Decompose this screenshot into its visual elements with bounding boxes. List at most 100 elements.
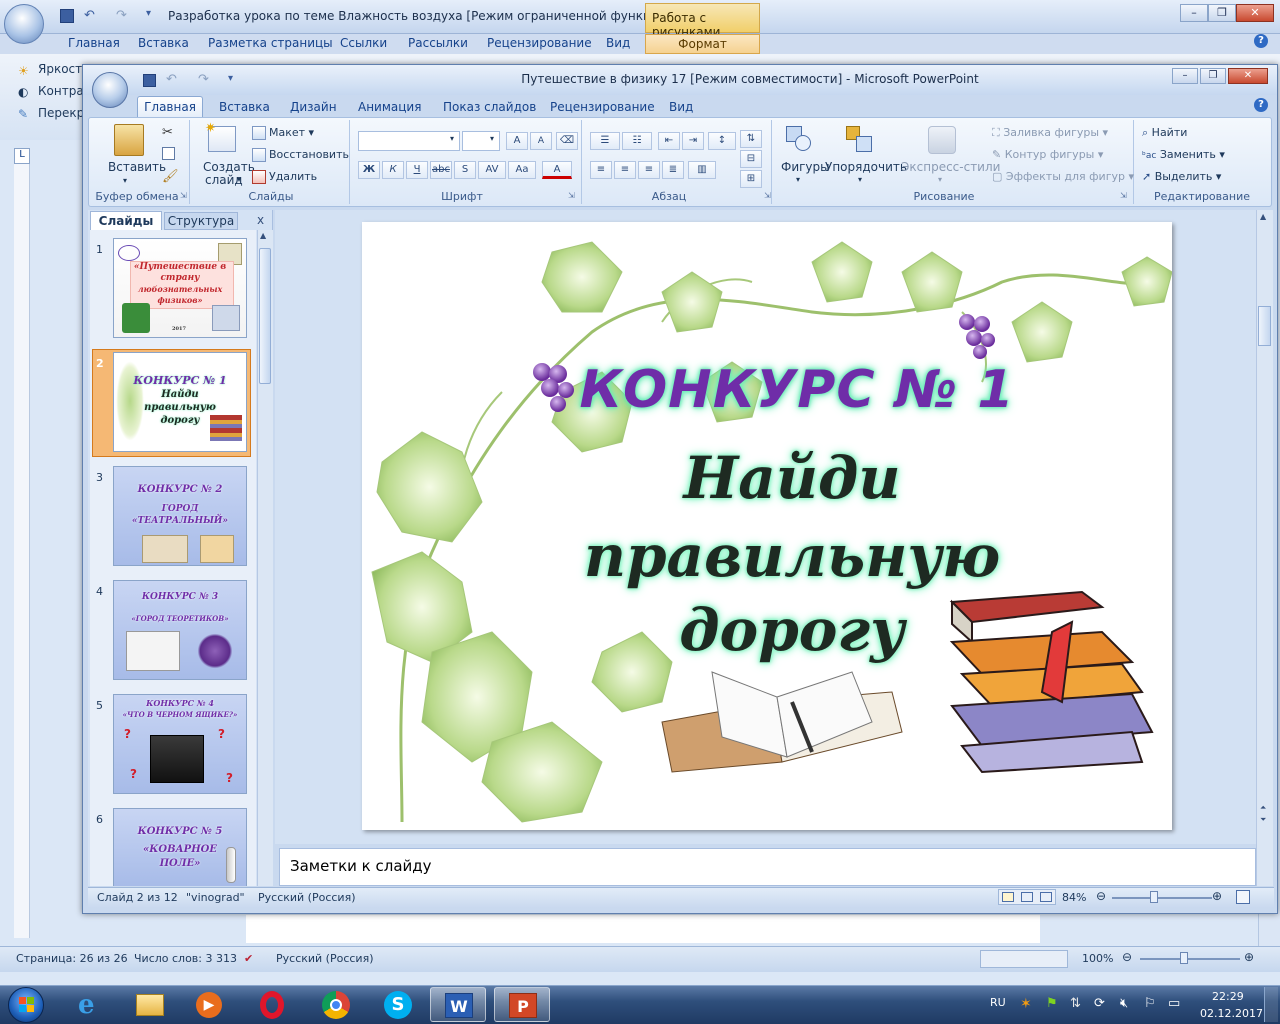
format-painter-icon[interactable]: 🖌: [162, 169, 179, 184]
taskbar-opera[interactable]: [246, 987, 302, 1022]
smartart-button[interactable]: ⊞: [740, 170, 762, 188]
slide-thumbnail-4[interactable]: КОНКУРС № 3 «ГОРОД ТЕОРЕТИКОВ»: [113, 580, 247, 680]
shapes-dropdown-icon[interactable]: ▾: [796, 175, 800, 184]
slide-subtitle-line3[interactable]: дорогу: [512, 596, 1072, 664]
taskbar-media-player[interactable]: ▶: [182, 987, 238, 1022]
ppt-tab-insert[interactable]: Вставка: [219, 100, 270, 114]
word-tab-references[interactable]: Ссылки: [340, 36, 387, 50]
ppt-save-icon[interactable]: [143, 74, 156, 87]
word-minimize-button[interactable]: –: [1180, 4, 1208, 22]
line-spacing-button[interactable]: ↕: [708, 132, 736, 150]
panel-close-icon[interactable]: x: [257, 213, 264, 227]
word-zoom-level[interactable]: 100%: [1082, 952, 1113, 965]
ppt-tab-animation[interactable]: Анимация: [358, 100, 421, 114]
font-size-input[interactable]: [462, 131, 500, 151]
word-tab-format[interactable]: Формат: [645, 34, 760, 54]
taskbar-explorer[interactable]: [122, 987, 178, 1022]
paragraph-launcher-icon[interactable]: ⇲: [764, 191, 771, 200]
ppt-tab-review[interactable]: Рецензирование: [550, 100, 655, 114]
ppt-help-icon[interactable]: ?: [1254, 98, 1268, 112]
panel-tab-outline[interactable]: Структура: [164, 212, 238, 230]
shape-outline-button[interactable]: ✎ Контур фигуры ▾: [992, 148, 1103, 161]
font-name-dropdown-icon[interactable]: ▾: [450, 134, 454, 143]
word-tab-view[interactable]: Вид: [606, 36, 630, 50]
slide-thumbnail-6[interactable]: КОНКУРС № 5 «КОВАРНОЕ ПОЛЕ»: [113, 808, 247, 886]
arrange-button[interactable]: Упорядочить: [825, 160, 907, 174]
align-left-button[interactable]: ≡: [590, 161, 612, 179]
notes-pane[interactable]: Заметки к слайду: [279, 848, 1256, 886]
status-language[interactable]: Русский (Россия): [258, 891, 356, 904]
tray-flag-icon[interactable]: ⚐: [1144, 996, 1156, 1011]
clock-date[interactable]: 02.12.2017: [1200, 1007, 1263, 1020]
prev-slide-icon[interactable]: ⏶: [1260, 803, 1266, 813]
tray-sync-icon[interactable]: ⟳: [1094, 996, 1105, 1011]
status-slide-number[interactable]: Слайд 2 из 12: [97, 891, 178, 904]
underline-button[interactable]: Ч: [406, 161, 428, 179]
word-office-button[interactable]: [4, 4, 44, 44]
word-view-buttons[interactable]: [980, 950, 1068, 968]
word-save-icon[interactable]: [60, 9, 74, 23]
ppt-minimize-button[interactable]: –: [1172, 68, 1198, 84]
increase-indent-button[interactable]: ⇥: [682, 132, 704, 150]
slide-thumbnail-3[interactable]: КОНКУРС № 2 ГОРОД «ТЕАТРАЛЬНЫЙ»: [113, 466, 247, 566]
avast-icon[interactable]: ✶: [1020, 996, 1032, 1012]
ppt-office-button[interactable]: [92, 72, 128, 108]
ppt-tab-design[interactable]: Дизайн: [290, 100, 337, 114]
word-status-language[interactable]: Русский (Россия): [276, 952, 374, 965]
start-button[interactable]: [2, 986, 58, 1023]
clock-time[interactable]: 22:29: [1212, 990, 1244, 1003]
paste-dropdown-icon[interactable]: ▾: [123, 176, 127, 185]
zoom-slider[interactable]: [1112, 897, 1212, 899]
bold-button[interactable]: Ж: [358, 161, 380, 179]
font-name-input[interactable]: [358, 131, 460, 151]
strikethrough-button[interactable]: abc: [430, 161, 452, 179]
taskbar-chrome[interactable]: [308, 987, 364, 1022]
clipboard-launcher-icon[interactable]: ⇲: [180, 191, 187, 200]
slide-scrollbar-thumb[interactable]: [1258, 306, 1271, 346]
slide-subtitle-line2[interactable]: правильную: [512, 522, 1072, 590]
font-size-dropdown-icon[interactable]: ▾: [490, 134, 494, 143]
fit-slide-icon[interactable]: [1236, 890, 1250, 904]
cut-icon[interactable]: ✂: [162, 125, 173, 140]
find-button[interactable]: ⌕ Найти: [1142, 126, 1187, 140]
word-zoom-out-icon[interactable]: ⊖: [1122, 950, 1132, 964]
thumbnail-scrollbar-thumb[interactable]: [259, 248, 271, 384]
grow-font-button[interactable]: A: [506, 132, 528, 150]
slide-thumbnail-2[interactable]: КОНКУРС № 1 Найди правильную дорогу: [113, 352, 247, 452]
normal-view-icon[interactable]: [1002, 892, 1014, 902]
tray-network-icon[interactable]: ⇅: [1070, 996, 1081, 1011]
word-restore-button[interactable]: ❐: [1208, 4, 1236, 22]
word-qat-dropdown-icon[interactable]: ▾: [146, 8, 151, 19]
word-zoom-slider-thumb[interactable]: [1180, 952, 1188, 964]
reset-button[interactable]: Восстановить: [252, 148, 349, 162]
numbering-button[interactable]: ☷: [622, 132, 652, 150]
word-tab-review[interactable]: Рецензирование: [487, 36, 592, 50]
delete-slide-button[interactable]: Удалить: [252, 170, 317, 184]
word-tab-insert[interactable]: Вставка: [138, 36, 189, 50]
word-tab-page-layout[interactable]: Разметка страницы: [208, 36, 333, 50]
slide-sorter-icon[interactable]: [1021, 892, 1033, 902]
word-tab-selector[interactable]: L: [14, 148, 30, 164]
slide-thumbnail-5[interactable]: КОНКУРС № 4 «ЧТО В ЧЕРНОМ ЯЩИКЕ?» ? ? ? …: [113, 694, 247, 794]
new-slide-button-line1[interactable]: Создать: [203, 160, 255, 174]
word-close-button[interactable]: ✕: [1236, 4, 1274, 22]
thumb-scroll-up-icon[interactable]: ▲: [260, 231, 266, 240]
word-tab-mailings[interactable]: Рассылки: [408, 36, 468, 50]
tray-battery-icon[interactable]: ▭: [1168, 996, 1180, 1011]
zoom-level[interactable]: 84%: [1062, 891, 1086, 904]
quick-styles-dropdown-icon[interactable]: ▾: [938, 175, 942, 184]
shrink-font-button[interactable]: A: [530, 132, 552, 150]
current-slide[interactable]: КОНКУРС № 1 Найди правильную дорогу: [362, 222, 1172, 830]
ppt-undo-icon[interactable]: ↶: [166, 72, 177, 87]
align-right-button[interactable]: ≡: [638, 161, 660, 179]
slide-subtitle-line1[interactable]: Найди: [512, 444, 1072, 512]
slide-title[interactable]: КОНКУРС № 1: [487, 360, 1107, 420]
zoom-slider-thumb[interactable]: [1150, 891, 1158, 903]
ppt-restore-button[interactable]: ❐: [1200, 68, 1226, 84]
select-button[interactable]: ➚ Выделить ▾: [1142, 170, 1221, 183]
zoom-in-icon[interactable]: ⊕: [1212, 889, 1222, 903]
spellcheck-icon[interactable]: ✔: [244, 952, 253, 965]
tray-update-icon[interactable]: ⚑: [1046, 996, 1058, 1011]
word-undo-icon[interactable]: ↶: [84, 8, 95, 23]
tray-language[interactable]: RU: [990, 996, 1006, 1009]
